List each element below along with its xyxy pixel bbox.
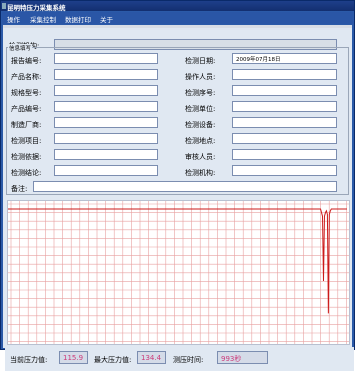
test-place-input[interactable] xyxy=(232,133,337,144)
menu-about[interactable]: 关于 xyxy=(100,14,113,24)
status-footer: 当前压力值: 115.9 最大压力值: 134.4 测压时间: 993秒 xyxy=(5,347,354,371)
operator-label: 操作人员: xyxy=(185,73,216,81)
model-input[interactable] xyxy=(54,85,158,96)
test-time-label: 测压时间: xyxy=(173,356,204,364)
window-title: 昆明特压力采集系统 xyxy=(7,4,66,12)
menu-bar: 操作 采集控制 数据打印 关于 xyxy=(2,12,353,24)
menu-acquisition-control[interactable]: 采集控制 xyxy=(30,14,56,24)
main-area: 检测机构: 信息填写 报告编号: 产品名称: 规格型号: 产品编号: 制造厂商:… xyxy=(3,25,354,371)
manufacturer-label: 制造厂商: xyxy=(11,121,42,129)
max-pressure-label: 最大压力值: xyxy=(94,356,132,364)
test-time-value: 993秒 xyxy=(217,351,268,364)
pressure-trace-line xyxy=(8,208,347,314)
menu-data-print[interactable]: 数据打印 xyxy=(65,14,91,24)
current-pressure-value: 115.9 xyxy=(59,351,88,364)
pressure-chart xyxy=(7,200,350,345)
max-pressure-value: 134.4 xyxy=(137,351,166,364)
test-unit-input[interactable] xyxy=(232,101,337,112)
test-basis-input[interactable] xyxy=(54,149,158,160)
test-unit-label: 检测单位: xyxy=(185,105,216,113)
remarks-input[interactable] xyxy=(33,181,337,192)
test-conclusion-label: 检测结论: xyxy=(11,169,42,177)
menu-operate[interactable]: 操作 xyxy=(7,14,20,24)
test-date-label: 检测日期: xyxy=(185,57,216,65)
report-no-input[interactable] xyxy=(54,53,158,64)
test-basis-label: 检测依据: xyxy=(11,153,42,161)
product-name-input[interactable] xyxy=(54,69,158,80)
test-agency-input[interactable] xyxy=(232,165,337,176)
product-no-label: 产品编号: xyxy=(11,105,42,113)
manufacturer-input[interactable] xyxy=(54,117,158,128)
test-conclusion-input[interactable] xyxy=(54,165,158,176)
model-label: 规格型号: xyxy=(11,89,42,97)
pressure-chart-svg xyxy=(8,201,349,344)
product-name-label: 产品名称: xyxy=(11,73,42,81)
test-agency-label: 检测机构: xyxy=(185,169,216,177)
product-no-input[interactable] xyxy=(54,101,158,112)
operator-input[interactable] xyxy=(232,69,337,80)
test-seq-input[interactable] xyxy=(232,85,337,96)
test-item-input[interactable] xyxy=(54,133,158,144)
test-device-label: 检测设备: xyxy=(185,121,216,129)
test-place-label: 检测地点: xyxy=(185,137,216,145)
test-device-input[interactable] xyxy=(232,117,337,128)
divider xyxy=(3,25,352,28)
title-bar: 昆明特压力采集系统 xyxy=(1,1,354,12)
test-date-input[interactable]: 2009年07月18日 xyxy=(232,53,337,64)
reviewer-label: 审核人员: xyxy=(185,153,216,161)
app-icon xyxy=(2,3,6,9)
info-group-label: 信息填写 xyxy=(8,44,33,52)
current-pressure-label: 当前压力值: xyxy=(10,356,48,364)
remarks-label: 备注: xyxy=(11,185,28,193)
report-no-label: 报告编号: xyxy=(11,57,42,65)
test-item-label: 检测项目: xyxy=(11,137,42,145)
app-window: 昆明特压力采集系统 操作 采集控制 数据打印 关于 检测机构: 信息填写 报告编… xyxy=(0,0,355,371)
reviewer-input[interactable] xyxy=(232,149,337,160)
test-seq-label: 检测序号: xyxy=(185,89,216,97)
